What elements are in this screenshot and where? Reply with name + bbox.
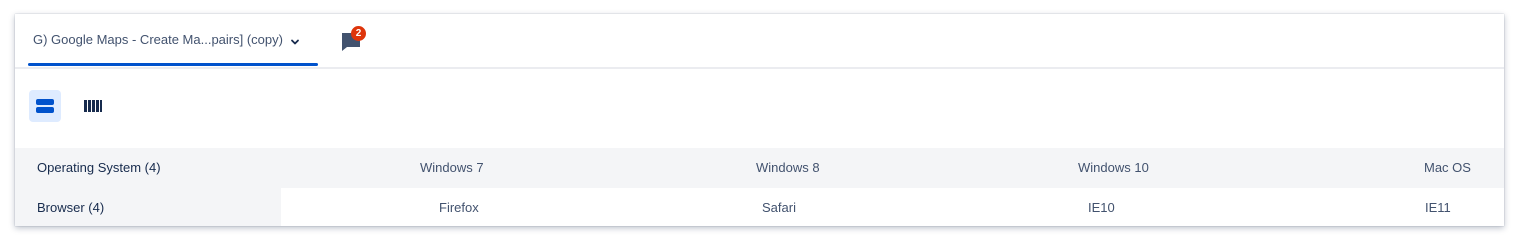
table-cell: Mac OS [1424, 160, 1471, 175]
comment-count-badge: 2 [351, 26, 366, 41]
chevron-down-icon[interactable] [290, 34, 300, 44]
columns-view-icon [84, 100, 102, 112]
rows-view-icon [36, 99, 54, 113]
parameter-matrix: Operating System (4) Windows 7 Windows 8… [15, 148, 1504, 226]
rows-view-button[interactable] [29, 90, 61, 122]
table-row: Browser (4) Firefox Safari IE10 IE11 [15, 188, 1504, 226]
row-header: Operating System (4) [15, 148, 281, 188]
table-cell: Windows 7 [420, 160, 484, 175]
tab-label: G) Google Maps - Create Ma...pairs] (cop… [33, 32, 283, 47]
row-header: Browser (4) [15, 188, 281, 226]
table-cell: Windows 10 [1078, 160, 1149, 175]
matrix-panel: G) Google Maps - Create Ma...pairs] (cop… [15, 14, 1504, 226]
comments-button[interactable]: 2 [339, 26, 369, 54]
row-label: Operating System (4) [37, 160, 161, 175]
columns-view-button[interactable] [77, 90, 109, 122]
table-cell: IE10 [1088, 200, 1115, 215]
table-cell: Firefox [439, 200, 479, 215]
table-cell: IE11 [1425, 200, 1451, 215]
tab-google-maps-copy[interactable]: G) Google Maps - Create Ma...pairs] (cop… [27, 14, 306, 65]
tab-bar: G) Google Maps - Create Ma...pairs] (cop… [15, 14, 1504, 69]
active-tab-indicator [28, 63, 318, 66]
table-cell: Windows 8 [756, 160, 820, 175]
row-label: Browser (4) [37, 200, 105, 215]
table-row: Operating System (4) Windows 7 Windows 8… [15, 148, 1504, 188]
table-cell: Safari [762, 200, 796, 215]
